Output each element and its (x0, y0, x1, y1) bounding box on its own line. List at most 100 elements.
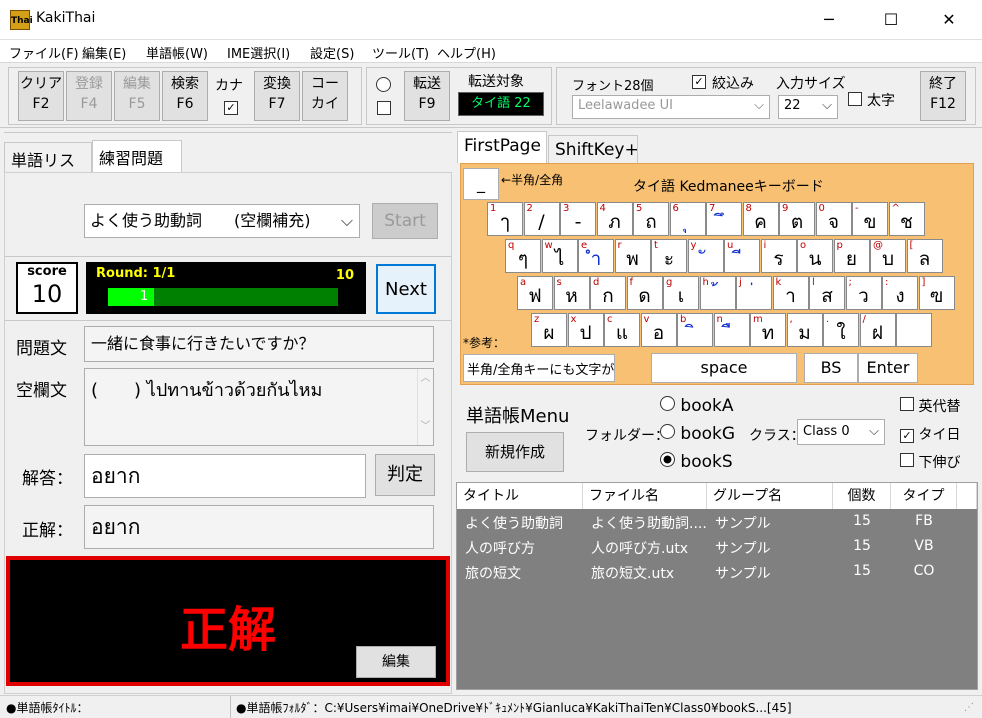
thai-key[interactable]: zผ (531, 313, 567, 347)
tab-practice[interactable]: 練習問題 (92, 140, 182, 173)
space-key[interactable]: space (651, 353, 797, 383)
thai-key[interactable]: @ บ (870, 239, 906, 273)
tab-shift-key[interactable]: ShiftKey+ (548, 135, 639, 163)
folder-radio-g[interactable]: bookG (660, 424, 735, 452)
thai-key[interactable]: mท (750, 313, 786, 347)
close-button[interactable]: ✕ (926, 0, 972, 40)
thai-key[interactable]: sห (553, 276, 590, 310)
thai-key[interactable]: 1ๅ (487, 202, 523, 236)
thai-key[interactable] (896, 313, 932, 347)
maximize-button[interactable]: ☐ (868, 0, 914, 40)
column-title[interactable]: タイトル (457, 483, 583, 509)
clear-button[interactable]: クリア F2 (18, 71, 64, 121)
thai-key[interactable]: 5ถ (633, 202, 669, 236)
thai-key[interactable]: 0จ (815, 202, 852, 236)
transfer-button[interactable]: 転送 F9 (404, 71, 450, 121)
table-row[interactable]: 旅の短文 旅の短文.utx サンプル 15 CO (457, 561, 957, 585)
judge-button[interactable]: 判定 (375, 454, 435, 496)
menu-help[interactable]: ヘルプ(H) (437, 43, 496, 62)
thai-key[interactable]: uี (724, 239, 760, 273)
thai-key[interactable]: tะ (651, 239, 687, 273)
start-button[interactable]: Start (372, 203, 438, 239)
column-count[interactable]: 個数 (833, 483, 891, 509)
thai-key[interactable]: nื (713, 313, 750, 347)
thai-key[interactable]: .ใ (823, 313, 859, 347)
resize-grip-icon[interactable]: ⋰ (964, 702, 974, 713)
thai-key[interactable]: qๆ (505, 239, 541, 273)
folder-radio-s[interactable]: bookS (660, 452, 735, 480)
thai-key[interactable]: kา (772, 276, 809, 310)
thai-key[interactable]: aฟ (517, 276, 553, 310)
thai-key[interactable]: 4ภ (596, 202, 633, 236)
option-shita[interactable]: 下伸び (900, 452, 960, 472)
column-filename[interactable]: ファイル名 (583, 483, 707, 509)
thai-key[interactable]: ; ว (845, 276, 882, 310)
thai-key[interactable]: 3- (560, 202, 596, 236)
thai-key[interactable]: xป (567, 313, 604, 347)
minimize-button[interactable]: ─ (806, 0, 852, 40)
thai-key[interactable]: dก (590, 276, 626, 310)
enter-key[interactable]: Enter (858, 353, 918, 383)
table-row[interactable]: よく使う助動詞 よく使う助動詞.... サンプル 15 FB (457, 511, 957, 535)
thai-key[interactable]: pย (833, 239, 870, 273)
toggle-key[interactable]: _ (463, 168, 499, 200)
thai-key[interactable]: wไ (541, 239, 578, 273)
thai-key[interactable]: [ล (906, 239, 943, 273)
menu-edit[interactable]: 編集(E) (82, 43, 126, 62)
thai-key[interactable]: bิ (677, 313, 713, 347)
exercise-select[interactable]: よく使う助動詞 (空欄補充) ⌵ (84, 204, 360, 238)
thai-key[interactable]: j่ (736, 276, 772, 310)
thai-key[interactable]: ,ม (786, 313, 823, 347)
menu-tools[interactable]: ツール(T) (372, 43, 429, 62)
hint-field[interactable]: 半角/全角キーにも文字が (463, 354, 615, 382)
transfer-checkbox[interactable] (377, 101, 391, 115)
class-select[interactable]: Class 0 ⌵ (797, 419, 885, 445)
bold-checkbox[interactable] (848, 92, 862, 106)
thai-key[interactable]: h้ (699, 276, 736, 310)
exit-button[interactable]: 終了 F12 (920, 71, 966, 121)
backspace-key[interactable]: BS (804, 353, 858, 383)
font-select[interactable]: Leelawadee UI ⌵ (572, 95, 770, 119)
table-row[interactable]: 人の呼び方 人の呼び方.utx サンプル 15 VB (457, 536, 957, 560)
thai-key[interactable]: iร (760, 239, 797, 273)
thai-key[interactable]: ] ฃ (918, 276, 955, 310)
column-type[interactable]: タイプ (891, 483, 957, 509)
thai-key[interactable]: 2/ (523, 202, 560, 236)
scrollbar[interactable]: ︿ ﹀ (417, 369, 433, 445)
folder-radio-a[interactable]: bookA (660, 396, 735, 424)
thai-key[interactable]: oน (797, 239, 833, 273)
code-button[interactable]: コー カイ (302, 71, 348, 121)
tab-first-page[interactable]: FirstPage (457, 131, 547, 163)
convert-button[interactable]: 変換 F7 (254, 71, 300, 121)
transfer-radio[interactable] (376, 77, 391, 92)
thai-key[interactable]: gเ (663, 276, 699, 310)
thai-key[interactable]: / ฝ (859, 313, 896, 347)
thai-key[interactable]: :ง (882, 276, 918, 310)
input-size-select[interactable]: 22 ⌵ (778, 95, 838, 119)
menu-settings[interactable]: 設定(S) (310, 43, 354, 62)
next-button[interactable]: Next (376, 264, 436, 314)
tab-word-list[interactable]: 単語リスト (4, 142, 92, 194)
kana-checkbox[interactable]: ✓ (224, 101, 238, 115)
menu-file[interactable]: ファイル(F) (9, 43, 79, 62)
thai-key[interactable]: 6ุ (669, 202, 706, 236)
thai-key[interactable]: 8ค (742, 202, 779, 236)
thai-key[interactable]: yั (687, 239, 724, 273)
register-button[interactable]: 登録 F4 (66, 71, 112, 121)
menu-ime[interactable]: IME選択(I) (227, 43, 290, 62)
option-thai[interactable]: ✓ タイ日 (900, 424, 960, 444)
column-group[interactable]: グループ名 (707, 483, 833, 509)
thai-key[interactable]: 7ึ (706, 202, 742, 236)
search-button[interactable]: 検索 F6 (162, 71, 208, 121)
thai-key[interactable]: -ข (852, 202, 888, 236)
thai-key[interactable]: rพ (614, 239, 651, 273)
thai-key[interactable]: ^ ช (888, 202, 925, 236)
thai-key[interactable]: vอ (640, 313, 677, 347)
menu-wordbook[interactable]: 単語帳(W) (146, 43, 208, 62)
thai-key[interactable]: lส (809, 276, 845, 310)
thai-key[interactable]: fด (626, 276, 663, 310)
thai-key[interactable]: cแ (604, 313, 640, 347)
thai-key[interactable]: 9ต (779, 202, 815, 236)
edit-button[interactable]: 編集 F5 (114, 71, 160, 121)
option-eiga[interactable]: 英代替 (900, 396, 960, 416)
